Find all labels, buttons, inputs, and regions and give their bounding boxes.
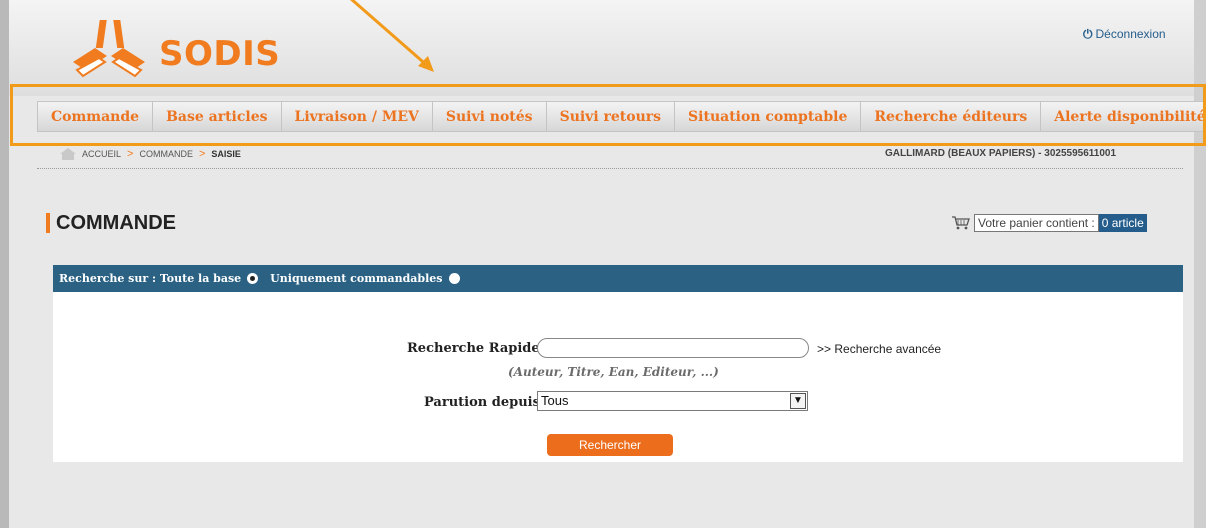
main-menu: Commande Base articles Livraison / MEV S… [37, 101, 1206, 132]
parution-select[interactable]: Tous ▼ [537, 391, 808, 411]
scope-orderable-radio[interactable] [448, 273, 460, 284]
annotation-arrow-icon [350, 0, 434, 72]
sodis-logo-icon [73, 20, 145, 78]
parution-label: Parution depuis [424, 395, 540, 410]
menu-item-situation-comptable[interactable]: Situation comptable [675, 101, 862, 132]
logout-label: Déconnexion [1095, 27, 1166, 41]
power-icon: ⏻ [1083, 27, 1093, 41]
parution-value: Tous [541, 393, 569, 408]
header: SODIS ⏻ Déconnexion [9, 0, 1194, 96]
scope-all-label: Recherche sur : Toute la base [59, 272, 242, 285]
quick-search-hint: (Auteur, Titre, Ean, Editeur, ...) [508, 365, 719, 379]
advanced-search-link[interactable]: >> Recherche avancée [817, 342, 941, 356]
cart-count: 0 article [1098, 214, 1147, 232]
chevron-down-icon[interactable]: ▼ [790, 393, 806, 409]
menu-item-livraison[interactable]: Livraison / MEV [281, 101, 433, 132]
cart-label: Votre panier contient : [974, 214, 1099, 232]
scope-all-radio[interactable] [247, 273, 259, 284]
menu-item-recherche-editeurs[interactable]: Recherche éditeurs [861, 101, 1042, 132]
search-scope-bar: Recherche sur : Toute la base Uniquement… [53, 265, 1183, 292]
breadcrumb-commande[interactable]: COMMANDE [139, 149, 193, 159]
search-button[interactable]: Rechercher [547, 434, 673, 456]
quick-search-label: Recherche Rapide [407, 341, 540, 356]
breadcrumb: ACCUEIL > COMMANDE > SAISIE [60, 148, 241, 160]
scope-orderable-label: Uniquement commandables [270, 272, 443, 285]
quick-search-input[interactable] [537, 338, 809, 358]
right-edge [1194, 0, 1206, 528]
home-icon[interactable] [60, 148, 76, 160]
breadcrumb-separator: > [127, 148, 134, 160]
cart-summary[interactable]: Votre panier contient : 0 article [952, 214, 1147, 232]
menu-item-alerte-disponibilite[interactable]: Alerte disponibilité [1041, 101, 1206, 132]
breadcrumb-saisie: SAISIE [211, 149, 241, 159]
cart-icon [952, 216, 970, 230]
client-info: GALLIMARD (BEAUX PAPIERS) - 302559561100… [885, 148, 1117, 159]
logout-link[interactable]: ⏻ Déconnexion [1083, 27, 1166, 42]
breadcrumb-accueil[interactable]: ACCUEIL [82, 149, 121, 159]
brand-name: SODIS [159, 34, 281, 74]
page-title: COMMANDE [46, 213, 176, 233]
menu-item-suivi-retours[interactable]: Suivi retours [546, 101, 676, 132]
left-edge [0, 0, 9, 528]
menu-item-commande[interactable]: Commande [37, 101, 154, 132]
menu-item-base-articles[interactable]: Base articles [153, 101, 282, 132]
breadcrumb-separator: > [198, 148, 206, 160]
divider [37, 168, 1183, 169]
menu-item-suivi-notes[interactable]: Suivi notés [432, 101, 547, 132]
